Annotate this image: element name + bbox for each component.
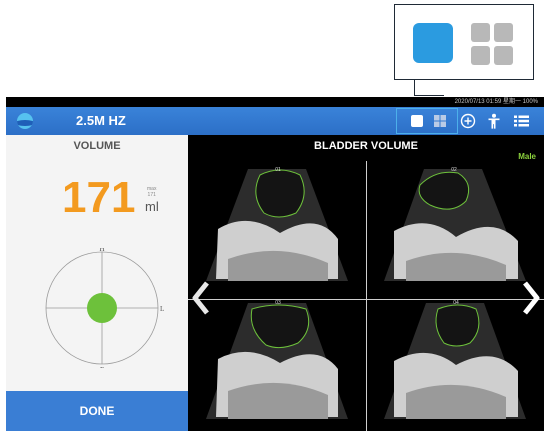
arrow-right-icon[interactable] <box>522 281 540 315</box>
orientation-indicator <box>87 293 117 323</box>
quadrant-label-4: 04 <box>453 300 459 306</box>
view-toggle-highlight <box>396 108 458 134</box>
body-icon[interactable] <box>486 113 502 129</box>
quadrant-label-3: 03 <box>275 300 281 306</box>
gender-label: Male <box>518 152 536 161</box>
callout-leader-h <box>414 95 444 96</box>
volume-panel: VOLUME 171 max 171 ml H F R L DONE <box>6 135 188 431</box>
scan-quadrant-1: 01 <box>206 167 348 281</box>
frequency-label: 2.5M HZ <box>76 113 126 128</box>
orientation-compass: H F R L <box>45 248 164 368</box>
compass-bottom-label: F <box>100 366 104 368</box>
done-button[interactable]: DONE <box>6 391 188 431</box>
quadrant-label-1: 01 <box>275 167 281 173</box>
quad-view-icon <box>471 23 513 65</box>
volume-value: 171 <box>62 173 136 222</box>
scan-quadrant-4: 04 <box>384 300 526 419</box>
ultrasound-panel: BLADDER VOLUME Male 01 02 03 04 <box>188 135 544 431</box>
volume-title: VOLUME <box>73 140 121 152</box>
list-icon[interactable] <box>513 113 530 129</box>
single-view-icon <box>413 23 453 63</box>
single-view-button[interactable] <box>409 113 425 129</box>
logo-icon <box>17 113 33 129</box>
volume-max: max 171 <box>147 186 156 198</box>
quadrant-label-2: 02 <box>451 167 457 173</box>
callout-leader <box>414 80 415 95</box>
add-icon[interactable] <box>460 113 476 129</box>
scan-quadrant-2: 02 <box>384 167 526 281</box>
view-mode-callout <box>394 4 534 80</box>
top-bar: 2.5M HZ <box>6 107 544 135</box>
quad-view-button[interactable] <box>432 113 448 129</box>
volume-max-value: 171 <box>147 192 156 198</box>
compass-right-label: L <box>160 305 164 313</box>
scan-quadrant-3: 03 <box>206 300 348 419</box>
arrow-left-icon[interactable] <box>192 281 210 315</box>
volume-unit: ml <box>145 199 159 214</box>
bladder-volume-title: BLADDER VOLUME <box>314 140 418 152</box>
status-bar: 2020/07/13 01:59 星期一 100% <box>6 97 544 107</box>
status-text: 2020/07/13 01:59 星期一 100% <box>454 99 538 105</box>
compass-top-label: H <box>99 248 104 253</box>
